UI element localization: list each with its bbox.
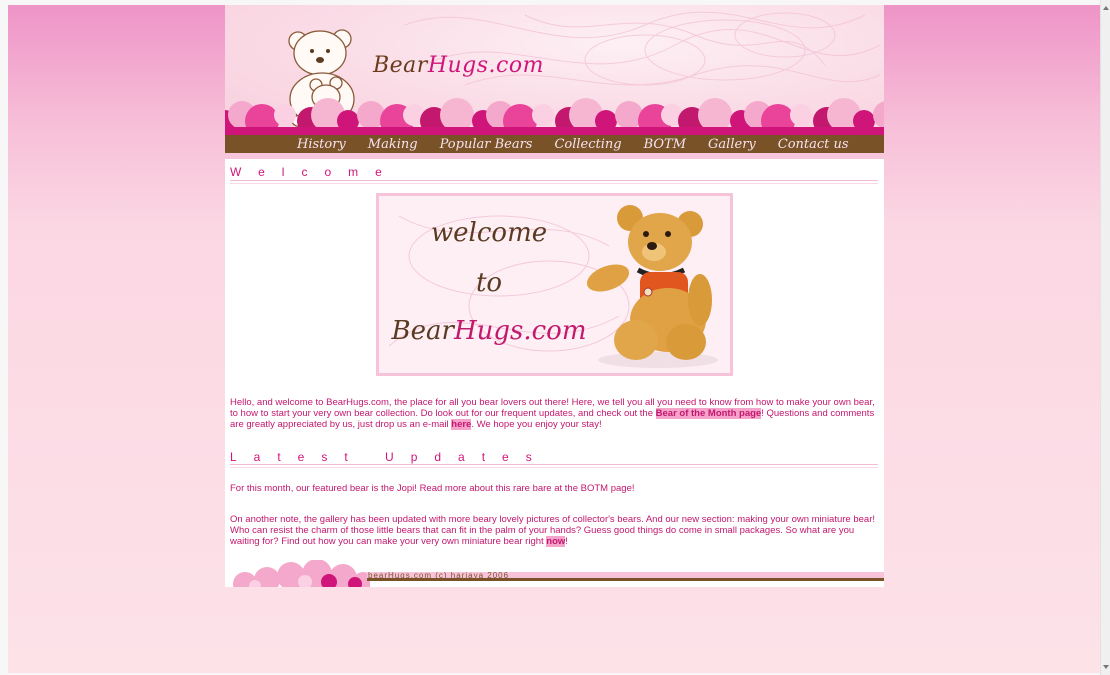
page-container: BearHugs.com History Making Popular Bear…	[225, 5, 884, 587]
scroll-down-arrow-icon[interactable]	[1103, 665, 1109, 669]
nav-botm[interactable]: BOTM	[644, 137, 686, 152]
intro-paragraph: Hello, and welcome to BearHugs.com, the …	[230, 397, 880, 430]
intro-text-3: . We hope you enjoy your stay!	[471, 419, 602, 430]
hearts-border	[225, 98, 884, 135]
email-here-link[interactable]: here	[451, 419, 472, 430]
welcome-banner-image: welcome to BearHugs.com	[376, 193, 733, 376]
nav-gallery[interactable]: Gallery	[708, 137, 756, 152]
teddy-bear-icon	[586, 205, 718, 368]
updates-text-2: !	[565, 536, 568, 547]
main-navigation: History Making Popular Bears Collecting …	[225, 135, 884, 153]
updates-paragraph-2: On another note, the gallery has been up…	[230, 514, 880, 547]
vertical-scrollbar[interactable]	[1100, 0, 1110, 675]
site-title-hugs: Hugs.com	[427, 53, 544, 78]
banner-brand-text: BearHugs.com	[379, 316, 599, 346]
banner-brand-hugs: Hugs.com	[453, 316, 587, 346]
footer-copyright: bearHugs.com (c) hariaya 2006	[368, 571, 510, 580]
site-title[interactable]: BearHugs.com	[373, 53, 544, 78]
welcome-heading: Welcome	[230, 165, 399, 179]
now-link[interactable]: now	[546, 536, 566, 547]
nav-making[interactable]: Making	[368, 137, 418, 152]
banner-brand-bear: Bear	[391, 316, 454, 346]
updates-paragraph-1: For this month, our featured bear is the…	[230, 483, 635, 494]
nav-bottom-strip	[225, 153, 884, 159]
footer-hearts	[233, 560, 370, 587]
nav-popular-bears[interactable]: Popular Bears	[440, 137, 533, 152]
nav-contact-us[interactable]: Contact us	[778, 137, 849, 152]
site-title-bear: Bear	[373, 53, 428, 78]
nav-collecting[interactable]: Collecting	[554, 137, 621, 152]
banner-welcome-text: welcome	[430, 218, 548, 248]
bear-of-the-month-link[interactable]: Bear of the Month page	[655, 408, 762, 419]
scroll-up-arrow-icon[interactable]	[1103, 6, 1109, 10]
banner-to-text: to	[475, 268, 503, 298]
welcome-rule	[230, 180, 878, 181]
latest-updates-heading: Latest Updates	[230, 450, 549, 464]
updates-rule	[230, 464, 878, 465]
updates-rule-2	[230, 467, 878, 468]
nav-history[interactable]: History	[297, 137, 346, 152]
header-banner: BearHugs.com	[225, 5, 884, 135]
welcome-rule-2	[230, 183, 878, 184]
